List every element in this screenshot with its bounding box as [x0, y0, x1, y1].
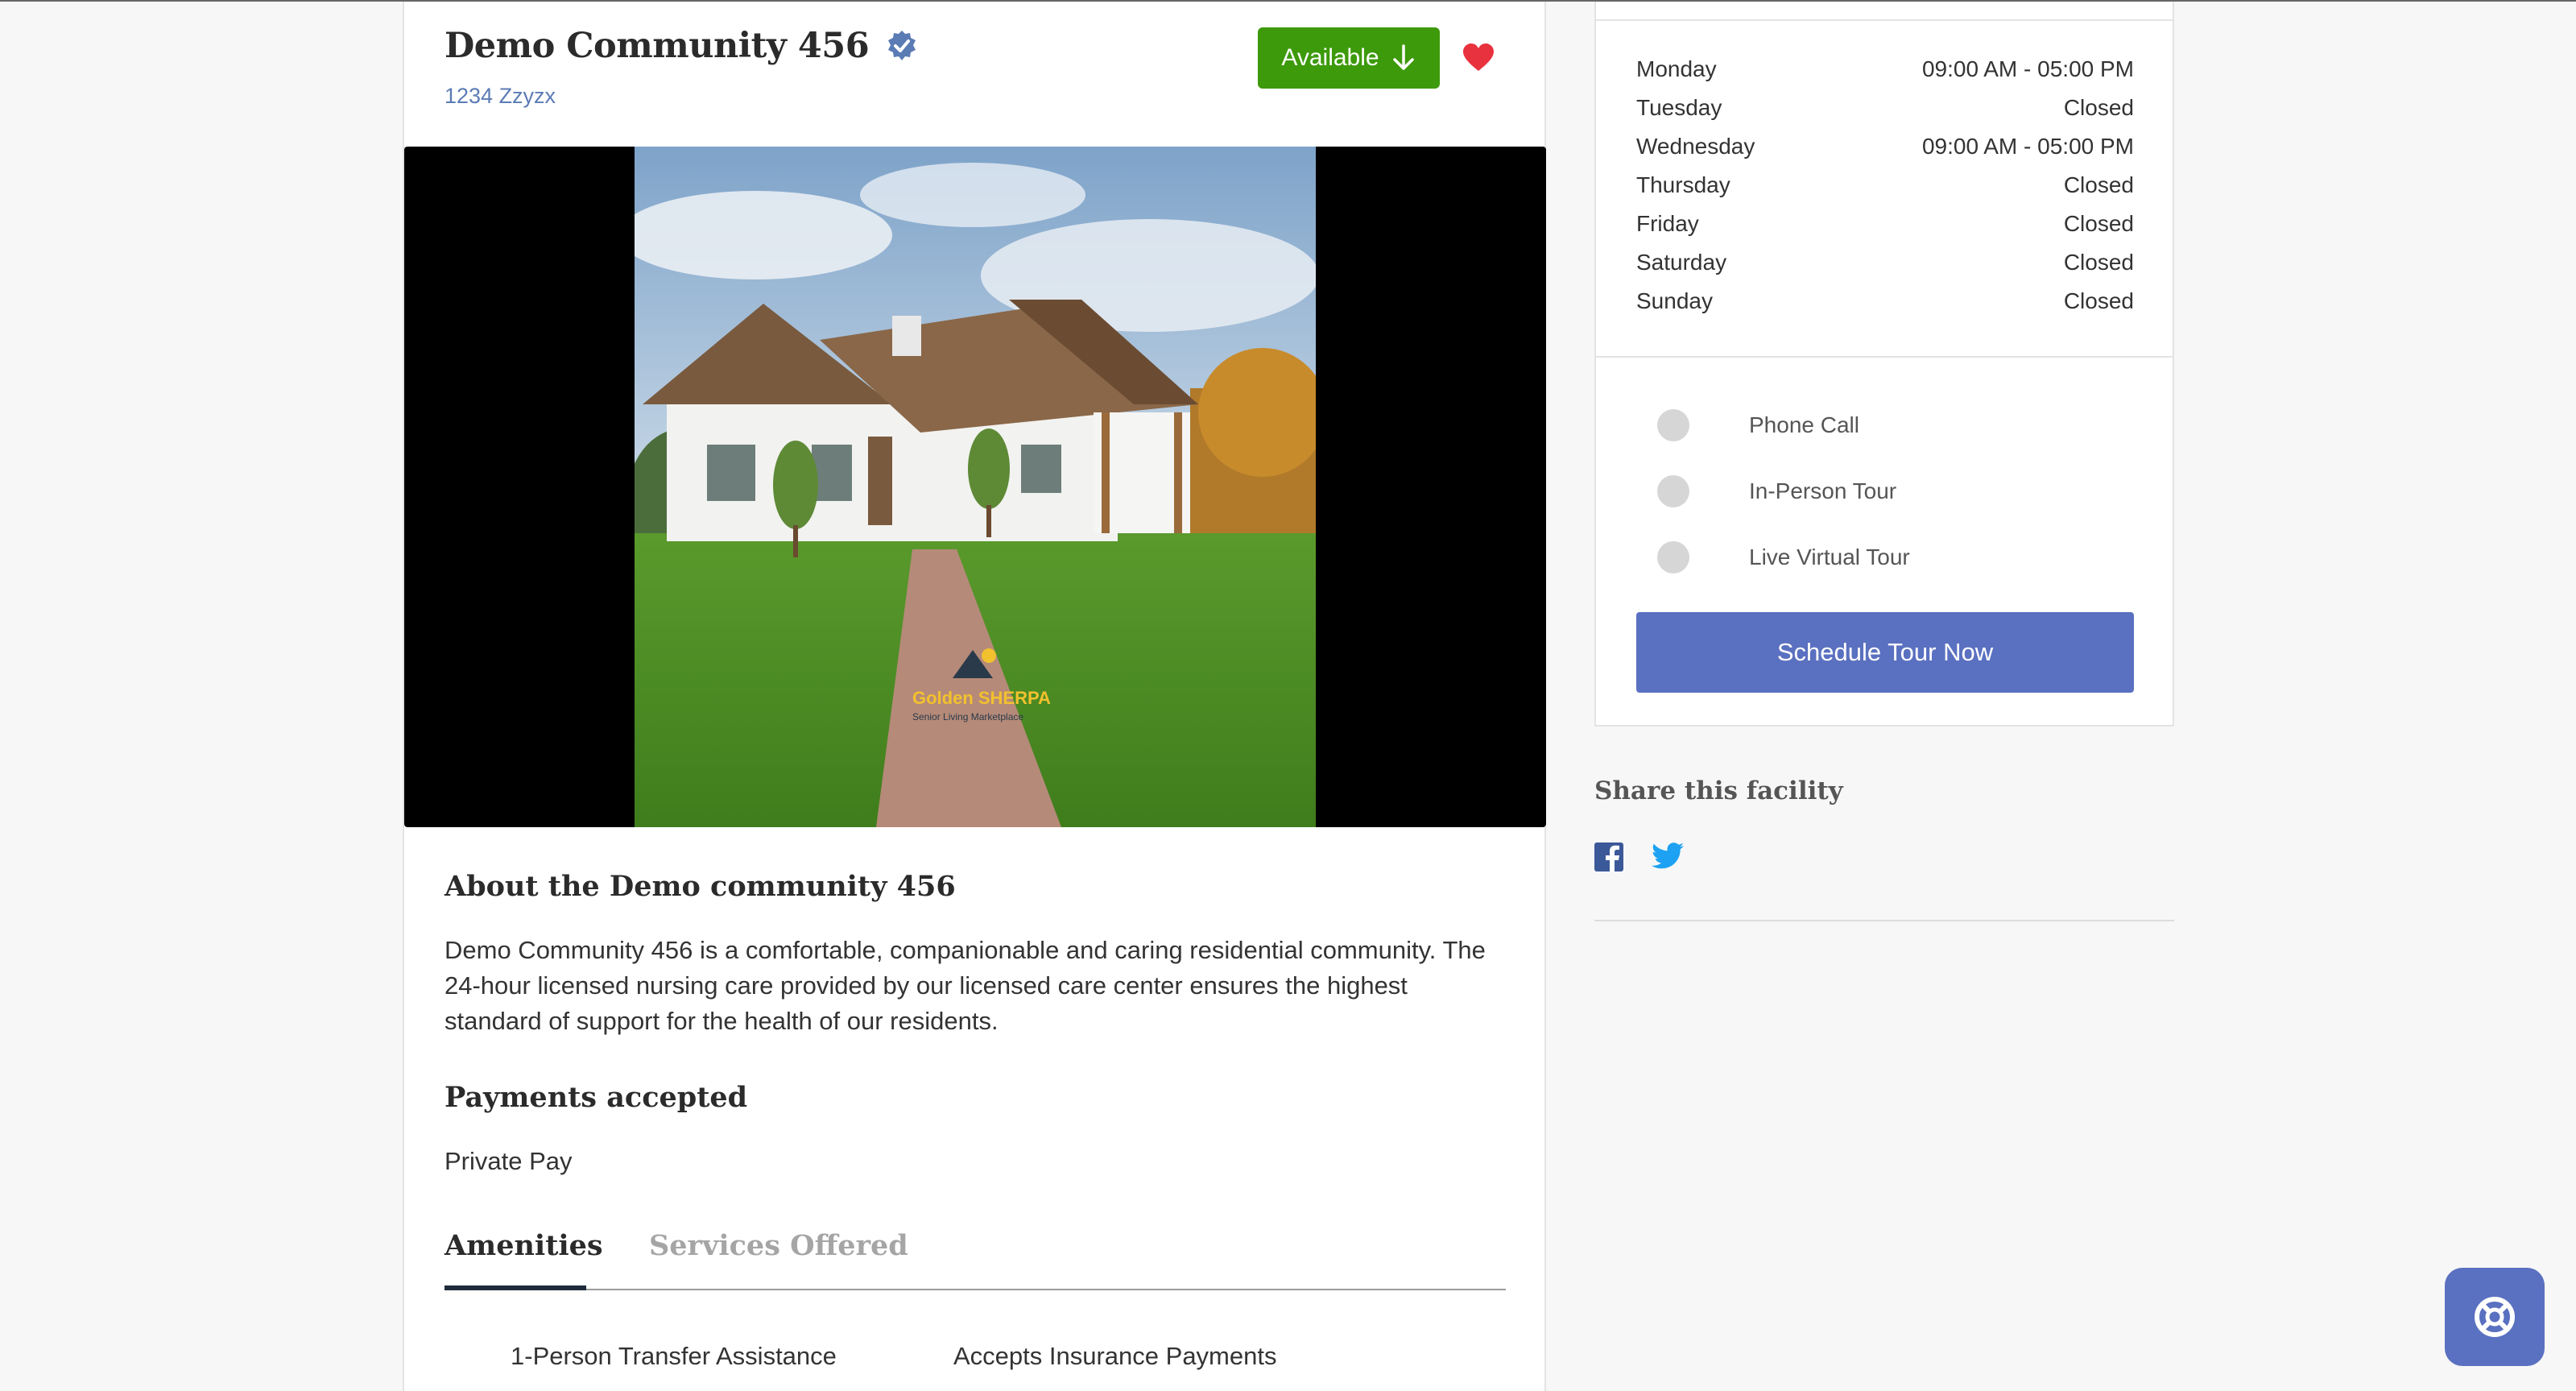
- divider: [1596, 19, 2173, 21]
- about-heading: About the Demo community 456: [444, 870, 956, 903]
- hours-time: Closed: [2063, 288, 2134, 313]
- photo-gallery[interactable]: Golden SHERPA Senior Living Marketplace: [404, 147, 1546, 827]
- hours-day: Friday: [1636, 211, 1699, 236]
- payment-method: Private Pay: [444, 1147, 573, 1175]
- help-button[interactable]: [2445, 1268, 2545, 1366]
- hours-row: Thursday Closed: [1636, 172, 2134, 198]
- availability-label: Available: [1281, 44, 1379, 71]
- hours-time: Closed: [2063, 172, 2134, 197]
- tour-option-label: In-Person Tour: [1749, 478, 1897, 503]
- tab-amenities[interactable]: Amenities: [444, 1226, 603, 1290]
- radio-button[interactable]: [1657, 475, 1689, 507]
- community-photo: Golden SHERPA Senior Living Marketplace: [635, 147, 1316, 827]
- hours-day: Sunday: [1636, 288, 1713, 313]
- payments-heading: Payments accepted: [444, 1081, 748, 1114]
- radio-button[interactable]: [1657, 541, 1689, 573]
- lifebuoy-icon: [2475, 1297, 2515, 1337]
- hours-row: Sunday Closed: [1636, 288, 2134, 314]
- hours-time: 09:00 AM - 05:00 PM: [1921, 56, 2134, 81]
- about-description: Demo Community 456 is a comfortable, com…: [444, 936, 1486, 1035]
- page-title: Demo Community 456: [444, 26, 870, 66]
- hours-day: Tuesday: [1636, 95, 1722, 120]
- hours-day: Thursday: [1636, 172, 1730, 197]
- hours-time: Closed: [2063, 250, 2134, 275]
- address: 1234 Zzyzx: [444, 84, 556, 108]
- amenity-item: 1-Person Transfer Assistance: [511, 1342, 837, 1370]
- schedule-tour-button[interactable]: Schedule Tour Now: [1636, 612, 2134, 693]
- listing-card: Demo Community 456 1234 Zzyzx Available: [403, 2, 1546, 1391]
- hours-row: Monday 09:00 AM - 05:00 PM: [1636, 56, 2134, 82]
- divider: [1596, 356, 2173, 358]
- tour-option-label: Phone Call: [1749, 412, 1859, 437]
- tab-bar: Amenities Services Offered: [444, 1226, 1506, 1290]
- twitter-icon[interactable]: [1651, 842, 1685, 871]
- favorite-heart-icon[interactable]: [1462, 43, 1495, 72]
- svg-text:Golden SHERPA: Golden SHERPA: [912, 688, 1051, 708]
- hours-row: Saturday Closed: [1636, 250, 2134, 275]
- hours-day: Wednesday: [1636, 134, 1755, 159]
- hours-row: Tuesday Closed: [1636, 95, 2134, 121]
- svg-text:Senior Living Marketplace: Senior Living Marketplace: [912, 711, 1023, 722]
- amenity-item: Accepts Insurance Payments: [953, 1342, 1277, 1370]
- availability-button[interactable]: Available: [1258, 27, 1440, 89]
- divider: [1594, 920, 2174, 921]
- tour-option-in-person[interactable]: In-Person Tour: [1657, 475, 1896, 507]
- title-row: Demo Community 456: [444, 26, 919, 66]
- hours-row: Wednesday 09:00 AM - 05:00 PM: [1636, 134, 2134, 159]
- share-heading: Share this facility: [1594, 776, 1843, 805]
- hours-time: Closed: [2063, 211, 2134, 236]
- tour-option-virtual[interactable]: Live Virtual Tour: [1657, 541, 1910, 573]
- hours-time: Closed: [2063, 95, 2134, 120]
- verified-badge-icon: [885, 29, 919, 63]
- tour-option-label: Live Virtual Tour: [1749, 544, 1910, 569]
- hours-row: Friday Closed: [1636, 211, 2134, 237]
- facebook-icon[interactable]: [1594, 842, 1623, 871]
- tab-services-offered[interactable]: Services Offered: [649, 1226, 908, 1290]
- hours-day: Saturday: [1636, 250, 1727, 275]
- hours-time: 09:00 AM - 05:00 PM: [1921, 134, 2134, 159]
- tour-option-phone-call[interactable]: Phone Call: [1657, 409, 1859, 441]
- hours-and-tour-card: Monday 09:00 AM - 05:00 PM Tuesday Close…: [1594, 2, 2174, 727]
- arrow-down-icon: [1392, 44, 1414, 70]
- radio-button[interactable]: [1657, 409, 1689, 441]
- hours-day: Monday: [1636, 56, 1717, 81]
